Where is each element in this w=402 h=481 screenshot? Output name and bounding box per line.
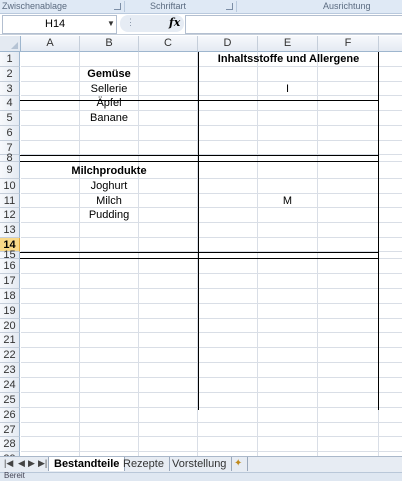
font-launcher-icon[interactable] [226, 3, 233, 10]
last-sheet-icon[interactable]: ▶| [38, 458, 47, 469]
row-header-6[interactable]: 6 [0, 126, 20, 141]
cell-d1-title[interactable]: Inhaltsstoffe und Allergene [198, 52, 379, 67]
row-header-24[interactable]: 24 [0, 378, 20, 393]
ribbon-separator [124, 1, 125, 12]
cell-b10[interactable]: Joghurt [80, 179, 138, 194]
cell-b9[interactable]: Milchprodukte [60, 164, 158, 179]
column-gridline [138, 52, 139, 456]
row-header-13[interactable]: 13 [0, 223, 20, 238]
table-border [20, 155, 379, 156]
column-header-e[interactable]: E [258, 36, 318, 52]
row-header-26[interactable]: 26 [0, 408, 20, 423]
table-border [20, 100, 379, 101]
cell-e3[interactable]: I [258, 82, 317, 97]
worksheet-grid[interactable]: A B C D E F 1 2 3 4 5 6 7 8 9 10 11 12 13 14 15 16 17 18 1… [0, 36, 402, 456]
row-header-16[interactable]: 16 [0, 259, 20, 274]
row-header-23[interactable]: 23 [0, 363, 20, 378]
row-header-22[interactable]: 22 [0, 348, 20, 363]
row-header-21[interactable]: 21 [0, 333, 20, 348]
row-header-10[interactable]: 10 [0, 179, 20, 194]
row-header-18[interactable]: 18 [0, 289, 20, 304]
row-header-25[interactable]: 25 [0, 393, 20, 408]
row-header-11[interactable]: 11 [0, 194, 20, 208]
tab-bestandteile[interactable]: Bestandteile [48, 457, 126, 471]
tab-rezepte[interactable]: Rezepte [118, 457, 170, 471]
insert-function-icon[interactable]: fx [169, 16, 180, 29]
next-sheet-icon[interactable]: ▶ [28, 458, 35, 469]
clipboard-launcher-icon[interactable] [114, 3, 121, 10]
cell-b4[interactable]: Äpfel [80, 96, 138, 111]
status-text: Bereit [4, 471, 25, 480]
table-border [20, 161, 379, 162]
row-header-15[interactable]: 15 [0, 250, 20, 261]
row-header-3[interactable]: 3 [0, 82, 20, 96]
ribbon-separator [236, 1, 237, 12]
column-header-g[interactable] [379, 36, 402, 52]
formula-input[interactable] [185, 15, 402, 34]
column-gridline [317, 52, 318, 456]
row-header-27[interactable]: 27 [0, 423, 20, 437]
table-border [20, 258, 379, 259]
row-header-5[interactable]: 5 [0, 111, 20, 126]
name-box-value: H14 [45, 18, 66, 30]
ribbon-group-alignment: Ausrichtung [323, 1, 371, 11]
cell-b3[interactable]: Sellerie [80, 82, 138, 97]
cell-b11[interactable]: Milch [80, 194, 138, 209]
column-header-a[interactable]: A [21, 36, 80, 52]
row-header-1[interactable]: 1 [0, 52, 20, 67]
row-header-8[interactable]: 8 [0, 153, 20, 164]
row-header-17[interactable]: 17 [0, 274, 20, 289]
table-border [20, 252, 379, 253]
select-all-button[interactable] [0, 36, 21, 52]
ribbon-group-font: Schriftart [150, 1, 187, 11]
column-header-b[interactable]: B [80, 36, 139, 52]
column-header-c[interactable]: C [139, 36, 198, 52]
cell-e11[interactable]: M [258, 194, 317, 209]
ribbon-group-bar: Zwischenablage Schriftart Ausrichtung [0, 0, 402, 14]
name-box[interactable]: H14 ▼ [2, 15, 117, 34]
ribbon-group-clipboard: Zwischenablage [2, 1, 68, 11]
prev-sheet-icon[interactable]: ◀ [18, 458, 25, 469]
row-header-12[interactable]: 12 [0, 208, 20, 223]
new-sheet-icon[interactable]: ✦ [229, 457, 249, 471]
sheet-tab-bar: |◀ ◀ ▶ ▶| Bestandteile Rezepte Vorstellu… [0, 456, 402, 472]
column-header-d[interactable]: D [198, 36, 258, 52]
row-header-2[interactable]: 2 [0, 67, 20, 82]
resize-handle-icon[interactable]: ⋮ [126, 17, 135, 28]
table-border [378, 52, 379, 410]
formula-bar: H14 ▼ ⋮ fx [0, 14, 402, 35]
row-header-9[interactable]: 9 [0, 162, 20, 179]
row-header-19[interactable]: 19 [0, 304, 20, 319]
row-header-28[interactable]: 28 [0, 437, 20, 452]
cell-b5[interactable]: Banane [80, 111, 138, 126]
first-sheet-icon[interactable]: |◀ [4, 458, 13, 469]
table-border [198, 52, 199, 410]
chevron-down-icon[interactable]: ▼ [107, 19, 115, 28]
cell-b2[interactable]: Gemüse [80, 67, 138, 82]
cell-b12[interactable]: Pudding [80, 208, 138, 223]
column-header-f[interactable]: F [318, 36, 379, 52]
row-header-20[interactable]: 20 [0, 319, 20, 333]
row-header-4[interactable]: 4 [0, 96, 20, 111]
tab-vorstellung[interactable]: Vorstellung [167, 457, 233, 471]
column-gridline [257, 52, 258, 456]
